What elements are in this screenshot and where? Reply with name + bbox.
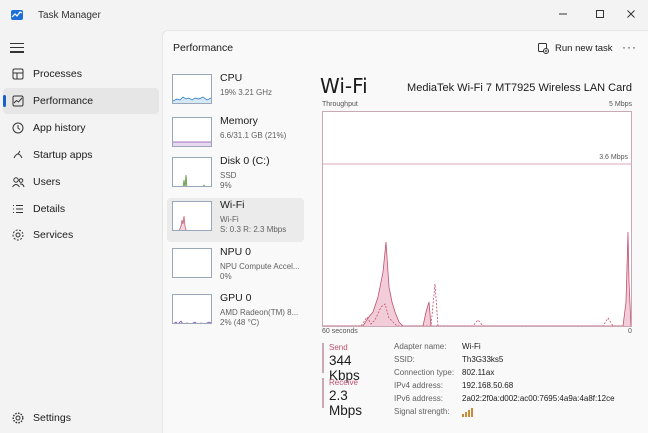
property-value: 192.168.50.68 [462, 381, 514, 390]
performance-icon [12, 95, 24, 107]
detail-title: Wi-Fi [320, 74, 368, 98]
sidebar-item-label: Performance [33, 95, 94, 107]
gear-icon [12, 412, 24, 424]
sidebar-item-performance[interactable]: Performance [3, 88, 159, 114]
disk-thumbnail-graph [172, 157, 212, 187]
property-key: Adapter name: [394, 342, 447, 351]
npu-thumbnail-graph [172, 248, 212, 278]
maximize-button[interactable] [585, 4, 615, 24]
title-bar: Task Manager [0, 0, 648, 30]
close-icon [627, 10, 635, 18]
gpu-thumbnail-graph [172, 294, 212, 324]
main-panel: Performance Run new task ··· CPU 19% 3.2… [162, 30, 648, 433]
more-options-button[interactable]: ··· [622, 40, 637, 54]
property-key: IPv4 address: [394, 381, 443, 390]
resource-detail: 19% 3.21 GHz [220, 88, 273, 97]
resource-wifi[interactable]: Wi-Fi Wi-Fi S: 0.3 R: 2.3 Mbps [167, 198, 304, 242]
resource-detail: 9% [220, 181, 232, 190]
property-key: Connection type: [394, 368, 455, 377]
sidebar-item-label: Settings [33, 412, 71, 424]
hamburger-menu-button[interactable] [10, 40, 24, 54]
sidebar-item-label: Startup apps [33, 149, 93, 161]
resource-detail: Wi-Fi [220, 215, 239, 224]
resource-npu-0[interactable]: NPU 0 NPU Compute Accel... 0% [167, 245, 304, 289]
sidebar-item-processes[interactable]: Processes [3, 61, 159, 87]
receive-stat: Receive 2.3 Mbps [322, 378, 384, 418]
resource-disk-0[interactable]: Disk 0 (C:) SSD 9% [167, 154, 304, 198]
memory-thumbnail-graph [172, 117, 212, 147]
resource-cpu[interactable]: CPU 19% 3.21 GHz [167, 71, 304, 115]
property-key: Signal strength: [394, 407, 450, 416]
resource-detail: 6.6/31.1 GB (21%) [220, 131, 287, 140]
users-icon [12, 177, 25, 188]
resource-detail: SSD [220, 171, 237, 180]
resource-name: Disk 0 (C:) [220, 155, 270, 167]
sidebar-item-label: Details [33, 203, 66, 215]
resource-name: Memory [220, 115, 258, 127]
sidebar-item-users[interactable]: Users [3, 169, 159, 195]
resource-detail: AMD Radeon(TM) 8... [220, 308, 299, 317]
adapter-device-name: MediaTek Wi-Fi 7 MT7925 Wireless LAN Car… [407, 82, 632, 94]
sidebar-item-label: Users [33, 176, 61, 188]
maximize-icon [596, 10, 604, 18]
throughput-label: Throughput [322, 101, 358, 108]
receive-area [323, 232, 631, 326]
resource-detail: 2% (48 °C) [220, 318, 260, 327]
property-value: 2a02:2f0a:d002:ac00:7695:4a9a:4a8f:12ce [462, 394, 615, 403]
sidebar-item-services[interactable]: Services [3, 222, 159, 248]
time-span-label: 60 seconds [322, 328, 358, 335]
property-value: 802.11ax [462, 368, 495, 377]
startup-apps-icon [13, 150, 23, 159]
time-zero-label: 0 [628, 328, 632, 335]
resource-memory[interactable]: Memory 6.6/31.1 GB (21%) [167, 114, 304, 158]
sidebar-item-label: Processes [33, 68, 83, 80]
sidebar-item-label: Services [33, 229, 74, 241]
minimize-button[interactable] [548, 4, 578, 24]
app-history-icon [12, 122, 24, 134]
property-key: SSID: [394, 355, 415, 364]
receive-label: Receive [329, 378, 358, 387]
cpu-thumbnail-graph [172, 74, 212, 104]
resource-detail: NPU Compute Accel... [220, 262, 300, 271]
graph-max-label: 5 Mbps [609, 101, 632, 108]
property-key: IPv6 address: [394, 394, 443, 403]
run-new-task-button[interactable]: Run new task [538, 39, 613, 57]
page-title: Performance [173, 42, 234, 54]
resource-detail: 0% [220, 272, 232, 281]
receive-value: 2.3 Mbps [329, 388, 363, 418]
run-task-icon [538, 42, 549, 54]
task-manager-app-icon [11, 10, 23, 20]
wifi-thumbnail-graph [172, 201, 212, 231]
window-title: Task Manager [38, 10, 101, 21]
minimize-icon [559, 13, 567, 15]
send-stat: Send 344 Kbps [322, 343, 384, 383]
resource-gpu-0[interactable]: GPU 0 AMD Radeon(TM) 8... 2% (48 °C) [167, 291, 304, 335]
resource-name: Wi-Fi [220, 199, 245, 211]
details-icon [13, 205, 23, 213]
run-new-task-label: Run new task [555, 42, 613, 54]
resource-name: NPU 0 [220, 246, 251, 258]
services-icon [12, 229, 24, 241]
signal-strength-icon [462, 408, 473, 417]
receive-line [323, 231, 631, 326]
processes-icon [12, 68, 24, 80]
sidebar-item-startup-apps[interactable]: Startup apps [3, 142, 159, 168]
resource-name: CPU [220, 72, 243, 84]
property-value: Wi-Fi [462, 342, 481, 351]
property-value: Th3G33ks5 [462, 355, 504, 364]
sidebar-item-app-history[interactable]: App history [3, 115, 159, 141]
resource-detail: S: 0.3 R: 2.3 Mbps [220, 225, 287, 234]
throughput-graph: 3.6 Mbps [322, 111, 632, 327]
reference-line-label: 3.6 Mbps [599, 154, 628, 161]
close-button[interactable] [616, 4, 646, 24]
sidebar-item-label: App history [33, 122, 86, 134]
sidebar-item-details[interactable]: Details [3, 196, 159, 222]
resource-name: GPU 0 [220, 292, 252, 304]
sidebar-item-settings[interactable]: Settings [3, 405, 159, 431]
send-label: Send [329, 343, 348, 352]
